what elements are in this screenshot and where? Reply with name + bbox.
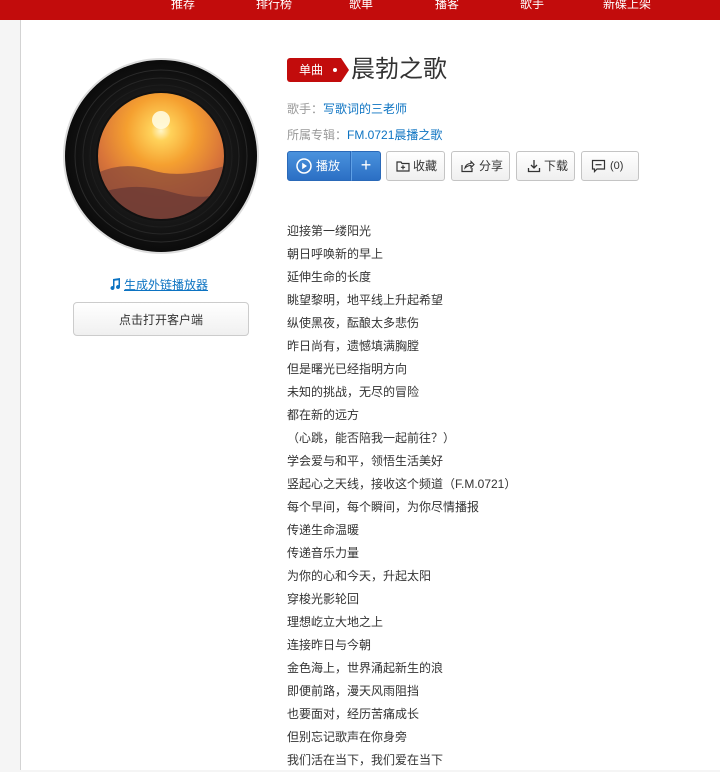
artist-link[interactable]: 写歌词的三老师 <box>323 102 407 116</box>
lyric-line: 延伸生命的长度 <box>287 270 372 284</box>
lyric-line: 朝日呼唤新的早上 <box>287 247 384 261</box>
lyric-line: 传递生命温暖 <box>287 523 360 537</box>
nav-item-recommend[interactable]: 推荐 <box>171 0 195 14</box>
artist-label: 歌手： <box>287 102 324 116</box>
play-label: 播放 <box>316 159 341 173</box>
lyric-line: 也要面对，经历苦痛成长 <box>287 707 420 721</box>
lyric-line: （心跳，能否陪我一起前往？） <box>287 431 456 445</box>
external-player-label: 生成外链播放器 <box>124 278 209 292</box>
lyric-line: 即便前路，漫天风雨阻挡 <box>287 684 420 698</box>
lyric-line: 都在新的远方 <box>287 408 360 422</box>
play-icon <box>296 158 312 174</box>
lyric-line: 每个早间，每个瞬间，为你尽情播报 <box>287 500 480 514</box>
top-nav: 推荐 排行榜 歌单 播客 歌手 新碟上架 <box>0 0 720 20</box>
lyric-line: 迎接第一缕阳光 <box>287 224 372 238</box>
nav-item-artists[interactable]: 歌手 <box>520 0 544 14</box>
lyric-line: 我们活在当下，我们爱在当下 <box>287 753 444 767</box>
lyric-line: 但别忘记歌声在你身旁 <box>287 730 408 744</box>
album-cover <box>61 56 261 256</box>
comment-count: (0) <box>610 160 624 172</box>
lyric-line: 理想屹立大地之上 <box>287 615 384 629</box>
share-label: 分享 <box>479 159 504 173</box>
album-row: 所属专辑：FM.0721晨播之歌 <box>287 126 442 143</box>
external-player-link[interactable]: 生成外链播放器 <box>108 276 208 293</box>
folder-add-icon <box>396 161 410 172</box>
nav-item-podcasts[interactable]: 播客 <box>435 0 459 14</box>
album-link[interactable]: FM.0721晨播之歌 <box>347 128 442 142</box>
share-button[interactable]: 分享 <box>451 151 510 181</box>
single-badge-label: 单曲 <box>299 63 324 77</box>
comment-icon <box>591 159 606 173</box>
comment-button[interactable]: (0) <box>581 151 639 181</box>
download-label: 下载 <box>544 159 569 173</box>
lyric-line: 连接昨日与今朝 <box>287 638 372 652</box>
lyric-line: 穿梭光影轮回 <box>287 592 360 606</box>
open-client-button[interactable]: 点击打开客户端 <box>73 302 249 336</box>
vinyl-record-image <box>63 58 259 254</box>
download-button[interactable]: 下载 <box>516 151 575 181</box>
music-note-icon <box>108 277 122 291</box>
lyric-line: 传递音乐力量 <box>287 546 360 560</box>
nav-item-playlists[interactable]: 歌单 <box>349 0 373 14</box>
artist-row: 歌手：写歌词的三老师 <box>287 100 407 117</box>
add-to-playlist-button[interactable]: + <box>351 151 381 181</box>
single-badge: 单曲 <box>287 58 350 82</box>
lyrics-block: 迎接第一缕阳光 朝日呼唤新的早上 延伸生命的长度眺望黎明，地平线上升起希望 纵使黑夜，… <box>287 220 516 772</box>
album-label: 所属专辑： <box>287 128 348 142</box>
lyric-line: 昨日尚有，遗憾填满胸膛 <box>287 339 420 353</box>
song-title: 晨勃之歌 <box>351 56 447 83</box>
nav-item-new-albums[interactable]: 新碟上架 <box>603 0 651 14</box>
collect-button[interactable]: 收藏 <box>386 151 445 181</box>
play-button[interactable]: 播放 <box>287 151 351 181</box>
lyric-line: 学会爱与和平，领悟生活美好 <box>287 454 444 468</box>
lyric-line: 未知的挑战，无尽的冒险 <box>287 385 420 399</box>
download-icon <box>527 160 541 173</box>
lyric-line: 为你的心和今天，升起太阳 <box>287 569 432 583</box>
lyric-line: 竖起心之天线，接收这个频道（F.M.0721） <box>287 477 517 491</box>
lyric-line: 但是曙光已经指明方向 <box>287 362 408 376</box>
lyric-line: 眺望黎明，地平线上升起希望 <box>287 293 444 307</box>
share-icon <box>461 160 475 173</box>
lyric-line: 金色海上，世界涌起新生的浪 <box>287 661 444 675</box>
nav-item-charts[interactable]: 排行榜 <box>256 0 292 14</box>
collect-label: 收藏 <box>413 159 438 173</box>
lyric-line: 纵使黑夜，酝酿太多悲伤 <box>287 316 420 330</box>
